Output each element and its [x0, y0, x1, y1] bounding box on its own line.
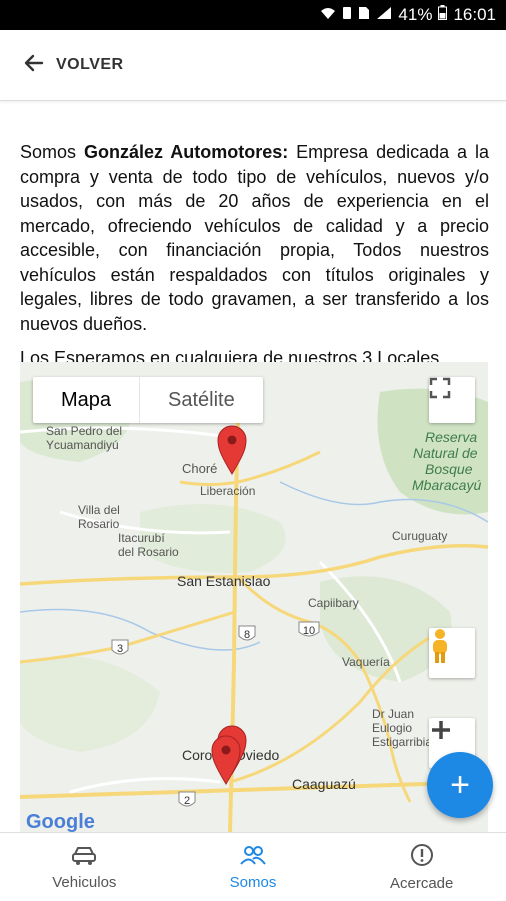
vibrate-icon	[342, 5, 352, 25]
label-eulogio: Eulogio	[372, 721, 412, 735]
label-ycuamandiyu: Ycuamandiyú	[46, 438, 119, 452]
label-caaguazu: Caaguazú	[292, 776, 356, 792]
label-san-estanislao: San Estanislao	[177, 573, 271, 589]
street-view-button[interactable]	[429, 628, 475, 678]
nav-item-somos[interactable]: Somos	[169, 833, 338, 901]
signal-icon	[376, 5, 392, 25]
back-button[interactable]: VOLVER	[22, 51, 124, 80]
app-header: VOLVER	[0, 30, 506, 101]
nav-label-somos: Somos	[229, 873, 277, 891]
route-shield-8: 8	[238, 625, 256, 641]
label-itacurubi: Itacurubí	[118, 531, 165, 545]
info-icon	[410, 843, 434, 875]
label-reserva: Reserva	[425, 429, 477, 445]
label-san-pedro: San Pedro del	[46, 424, 122, 438]
route-2-label: 2	[184, 795, 190, 807]
label-estigarribia: Estigarribia	[372, 735, 432, 749]
nav-item-vehiculos[interactable]: Vehiculos	[0, 833, 169, 901]
clock: 16:01	[453, 5, 496, 24]
location-pin-liberacion[interactable]	[217, 425, 247, 475]
label-dr-juan: Dr Juan	[372, 707, 414, 721]
route-shield-10: 10	[298, 621, 320, 637]
sim-icon	[358, 5, 370, 25]
route-10-label: 10	[303, 625, 315, 637]
label-liberacion: Liberación	[200, 484, 255, 498]
desc-body: Empresa dedicada a la compra y venta de …	[20, 142, 489, 334]
nav-label-acercade: Acercade	[389, 874, 454, 892]
fab-plus-label: +	[450, 765, 470, 804]
label-mbaracayu: Mbaracayú	[412, 477, 481, 493]
route-shield-3: 3	[111, 639, 129, 655]
map-type-satellite-button[interactable]: Satélite	[140, 377, 263, 423]
label-rosario: Rosario	[78, 517, 120, 531]
map-type-control: Mapa Satélite	[33, 377, 263, 423]
desc-intro: Somos	[20, 142, 84, 162]
company-description: Somos González Automotores: Empresa dedi…	[20, 140, 489, 336]
nav-label-vehiculos: Vehiculos	[52, 873, 117, 891]
fullscreen-button[interactable]	[429, 377, 475, 423]
route-shield-2: 2	[178, 791, 196, 807]
people-icon	[239, 844, 267, 874]
battery-percent: 41%	[398, 5, 433, 24]
wifi-icon	[320, 5, 336, 25]
add-fab-button[interactable]: +	[427, 752, 493, 818]
company-name: González Automotores:	[83, 142, 289, 162]
map-type-map-button[interactable]: Mapa	[33, 377, 141, 423]
about-content: Somos González Automotores: Empresa dedi…	[20, 140, 489, 369]
route-3-label: 3	[117, 643, 123, 655]
status-bar: 41% 16:01	[0, 0, 506, 30]
label-villa: Villa del	[78, 503, 120, 517]
battery-icon	[438, 5, 448, 25]
label-del-rosario: del Rosario	[118, 545, 179, 559]
label-bosque: Bosque	[425, 461, 473, 477]
car-icon	[70, 844, 98, 874]
label-natural: Natural de	[413, 445, 478, 461]
map-view[interactable]: 3 8 10 2 San Pedro del Ycuamandiyú Choré…	[20, 362, 488, 832]
label-chore: Choré	[182, 461, 217, 476]
route-8-label: 8	[244, 629, 250, 641]
map-canvas: 3 8 10 2 San Pedro del Ycuamandiyú Choré…	[20, 379, 488, 832]
bottom-navigation: Vehiculos Somos Acercade	[0, 832, 506, 901]
label-capiibary: Capiibary	[308, 596, 359, 610]
google-logo: Google	[26, 811, 95, 832]
label-vaqueria: Vaquería	[342, 655, 390, 669]
nav-item-acercade[interactable]: Acercade	[337, 833, 506, 901]
back-label: VOLVER	[56, 56, 124, 73]
arrow-left-icon	[22, 51, 46, 80]
location-pin-coronel-oviedo-2[interactable]	[211, 735, 241, 785]
label-curuguaty: Curuguaty	[392, 529, 447, 543]
